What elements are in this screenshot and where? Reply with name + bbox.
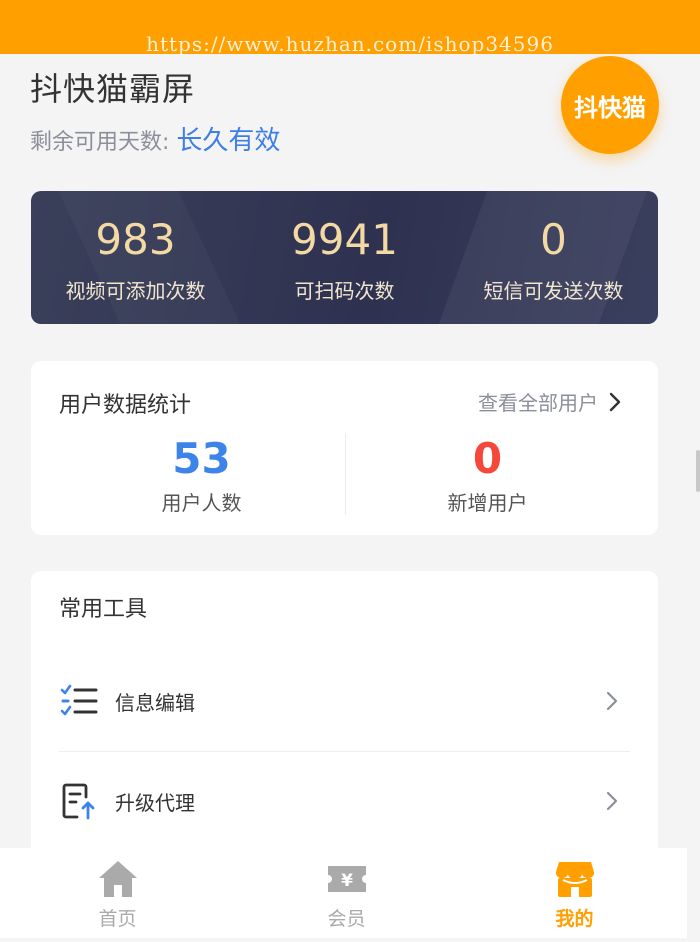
- new-users-label: 新增用户: [447, 491, 528, 515]
- tab-label: 首页: [98, 908, 137, 930]
- stat-label: 可扫码次数: [294, 279, 395, 303]
- user-stats-title: 用户数据统计: [59, 393, 192, 418]
- bottom-tab-bar: 首页 ¥ 会员 我的: [0, 848, 687, 938]
- upgrade-doc-icon: [62, 783, 95, 820]
- tab-home[interactable]: 首页: [3, 858, 232, 931]
- tool-label: 升级代理: [115, 790, 195, 815]
- stat-sms-quota: 0 短信可发送次数: [449, 215, 658, 304]
- tool-upgrade-agent[interactable]: 升级代理: [59, 761, 630, 841]
- chevron-right-icon: [609, 392, 621, 411]
- new-users-stat[interactable]: 0 新增用户: [331, 433, 644, 516]
- view-all-users-link[interactable]: 查看全部用户: [478, 387, 622, 416]
- new-users-value: 0: [472, 434, 503, 483]
- page: https://www.huzhan.com/ishop34596 抖快猫霸屏 …: [0, 0, 700, 942]
- stat-label: 短信可发送次数: [483, 279, 624, 303]
- validity-info: 剩余可用天数: 长久有效: [30, 120, 280, 157]
- total-users-value: 53: [172, 434, 231, 483]
- validity-value: 长久有效: [176, 126, 281, 156]
- tab-member[interactable]: ¥ 会员: [232, 858, 461, 931]
- shop-icon: [555, 862, 594, 897]
- validity-label: 剩余可用天数:: [30, 130, 170, 155]
- member-ticket-icon: ¥: [327, 866, 366, 892]
- tools-title: 常用工具: [59, 597, 148, 622]
- tool-label: 信息编辑: [115, 690, 195, 715]
- page-title: 抖快猫霸屏: [30, 70, 196, 108]
- view-all-label: 查看全部用户: [478, 391, 598, 415]
- stat-value: 983: [95, 215, 176, 264]
- stat-scan-quota: 9941 可扫码次数: [240, 215, 449, 304]
- stat-value: 9941: [291, 215, 398, 264]
- stat-label: 视频可添加次数: [65, 279, 206, 303]
- tab-label: 会员: [327, 908, 366, 930]
- list-check-icon: [60, 684, 98, 716]
- tool-info-edit[interactable]: 信息编辑: [59, 661, 630, 741]
- chevron-right-icon: [606, 791, 618, 811]
- tab-label: 我的: [555, 908, 594, 930]
- scrollbar[interactable]: [696, 450, 700, 492]
- total-users-label: 用户人数: [161, 491, 242, 515]
- quota-stats-card: 983 视频可添加次数 9941 可扫码次数 0 短信可发送次数: [31, 191, 658, 324]
- stat-value: 0: [540, 215, 567, 264]
- home-icon: [98, 861, 137, 897]
- chevron-right-icon: [606, 691, 618, 711]
- brand-logo-badge: 抖快猫: [561, 56, 659, 154]
- row-divider: [59, 751, 630, 752]
- common-tools-card: 常用工具 信息编辑 升级代理: [31, 571, 658, 861]
- watermark: https://www.huzhan.com/ishop34596: [146, 32, 554, 56]
- total-users-stat[interactable]: 53 用户人数: [45, 433, 358, 516]
- stat-video-quota: 983 视频可添加次数: [31, 215, 240, 304]
- user-stats-card: 用户数据统计 查看全部用户 53 用户人数 0 新增用户: [31, 361, 658, 535]
- svg-text:¥: ¥: [341, 871, 353, 891]
- tab-mine[interactable]: 我的: [460, 858, 689, 931]
